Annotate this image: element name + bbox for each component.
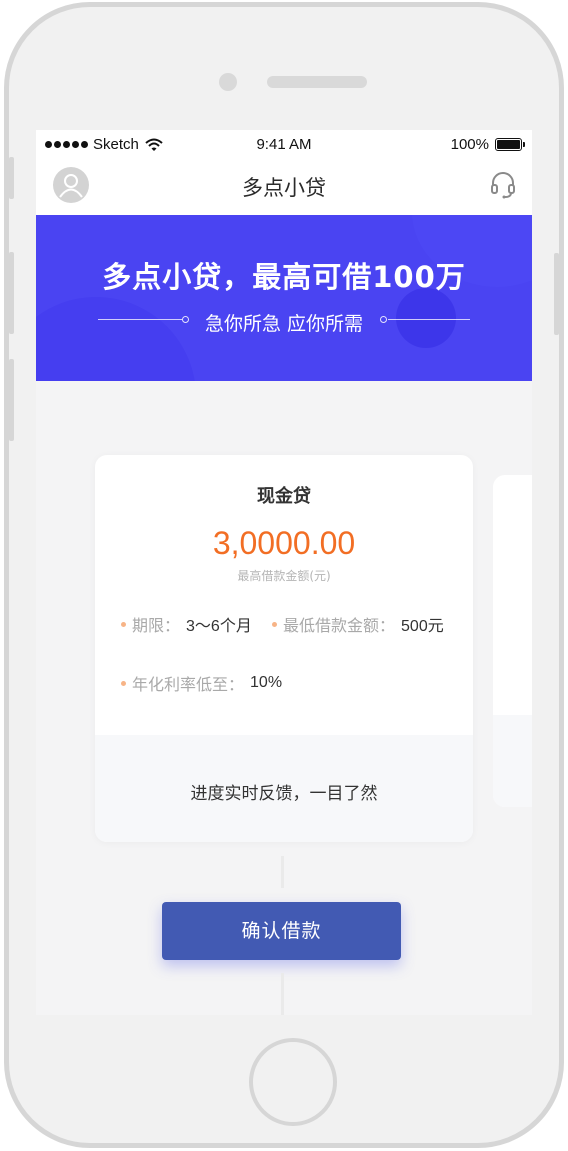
volume-down-button (9, 359, 14, 441)
headset-icon[interactable] (490, 171, 516, 199)
divider-line (388, 319, 470, 320)
card-footer-text: 进度实时反馈，一目了然 (190, 784, 378, 804)
detail-value: 3～6个月 (186, 618, 252, 635)
front-camera (219, 73, 237, 91)
banner-title: 多点小贷，最高可借100万 (102, 260, 466, 294)
battery-percent: 100% (450, 136, 489, 153)
divider-ring (380, 316, 387, 323)
card-footer (493, 715, 532, 807)
mute-switch (9, 157, 14, 199)
product-title: 现金贷 (257, 486, 311, 507)
max-amount-label: 最高借款金额(元) (237, 569, 331, 583)
detail-label: 期限： (132, 616, 181, 635)
promo-banner[interactable]: 多点小贷，最高可借100万 急你所急 应你所需 (36, 215, 532, 381)
interest-rate-detail: 年化利率低至： 10% (121, 671, 282, 695)
power-button (554, 253, 559, 335)
status-right: 100% (451, 136, 526, 153)
detail-label: 年化利率低至： (132, 675, 245, 694)
connector-line (281, 973, 284, 1015)
min-amount-detail: 最低借款金额： 500元 (272, 612, 444, 636)
earpiece-speaker (267, 76, 367, 88)
confirm-loan-button[interactable]: 确认借款 (162, 902, 401, 960)
home-button[interactable] (249, 1038, 337, 1126)
next-product-card[interactable] (493, 475, 532, 807)
banner-subtitle-row: 急你所急 应你所需 (36, 309, 532, 335)
detail-value: 10% (250, 674, 283, 691)
connector-line (281, 856, 284, 888)
max-amount: 3,0000.00 (212, 525, 356, 561)
app-screen: Sketch 9:41 AM 100% 多点小贷 多点小贷，最高可借100万 急… (36, 130, 532, 1015)
loan-product-card[interactable]: 现金贷 3,0000.00 最高借款金额(元) 期限： 3～6个月 最低借款金额… (95, 455, 473, 842)
battery-icon (495, 138, 526, 151)
card-footer: 进度实时反馈，一目了然 (95, 735, 473, 842)
navigation-bar: 多点小贷 (36, 158, 532, 215)
detail-label: 最低借款金额： (283, 616, 396, 635)
bullet-dot (272, 621, 277, 627)
banner-subtitle: 急你所急 应你所需 (204, 313, 364, 335)
detail-value: 500元 (401, 618, 444, 635)
page-title: 多点小贷 (242, 176, 326, 200)
volume-up-button (9, 252, 14, 334)
term-detail: 期限： 3～6个月 (121, 612, 252, 636)
bullet-dot (121, 621, 126, 627)
status-bar: Sketch 9:41 AM 100% (36, 130, 532, 158)
bullet-dot (121, 680, 126, 686)
